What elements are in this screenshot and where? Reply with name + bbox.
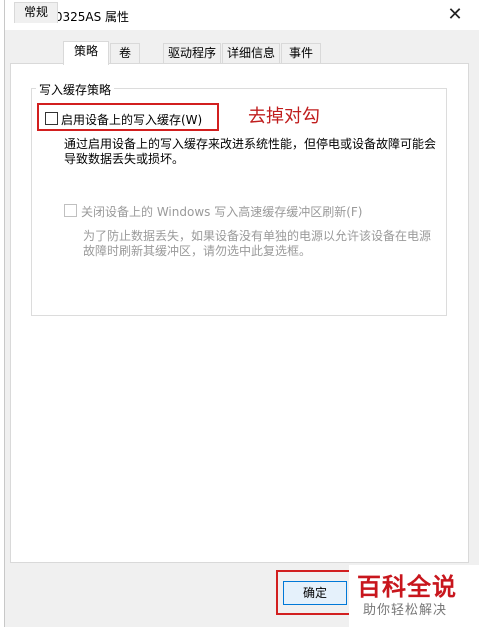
- enable-write-cache-description: 通过启用设备上的写入缓存来改进系统性能，但停电或设备故障可能会 导致数据丢失或损…: [64, 137, 436, 167]
- tab-policies[interactable]: 策略: [63, 41, 109, 65]
- ok-button[interactable]: 确定: [283, 581, 347, 605]
- tab-driver[interactable]: 驱动程序: [163, 43, 221, 64]
- tab-details[interactable]: 详细信息: [222, 43, 280, 64]
- flush-cache-checkbox[interactable]: [64, 204, 77, 217]
- description-line: 故障时刷新其缓冲区，请勿选中此复选框。: [83, 244, 312, 258]
- description-line: 为了防止数据丢失，如果设备没有单独的电源以允许该设备在电源: [83, 229, 432, 243]
- highlight-box: [37, 103, 219, 131]
- tab-volumes[interactable]: 卷: [110, 43, 140, 64]
- flush-cache-label[interactable]: 关闭设备上的 Windows 写入高速缓存缓冲区刷新(F): [81, 203, 362, 220]
- watermark-subtitle: 助你轻松解决: [363, 603, 448, 618]
- watermark-title: 百科全说: [357, 573, 457, 601]
- group-title: 写入缓存策略: [36, 81, 115, 98]
- tab-events[interactable]: 事件: [281, 43, 321, 64]
- annotation-text: 去掉对勾: [248, 106, 320, 127]
- flush-cache-description: 为了防止数据丢失，如果设备没有单独的电源以允许该设备在电源 故障时刷新其缓冲区，…: [83, 229, 431, 259]
- title-bar: ST9500325AS 属性 ✕: [5, 0, 479, 30]
- close-icon[interactable]: ✕: [443, 3, 467, 27]
- tab-general[interactable]: 常规: [14, 2, 58, 23]
- description-line: 通过启用设备上的写入缓存来改进系统性能，但停电或设备故障可能会: [64, 137, 437, 151]
- description-line: 导致数据丢失或损坏。: [64, 152, 185, 166]
- watermark: 百科全说 助你轻松解决: [349, 565, 479, 627]
